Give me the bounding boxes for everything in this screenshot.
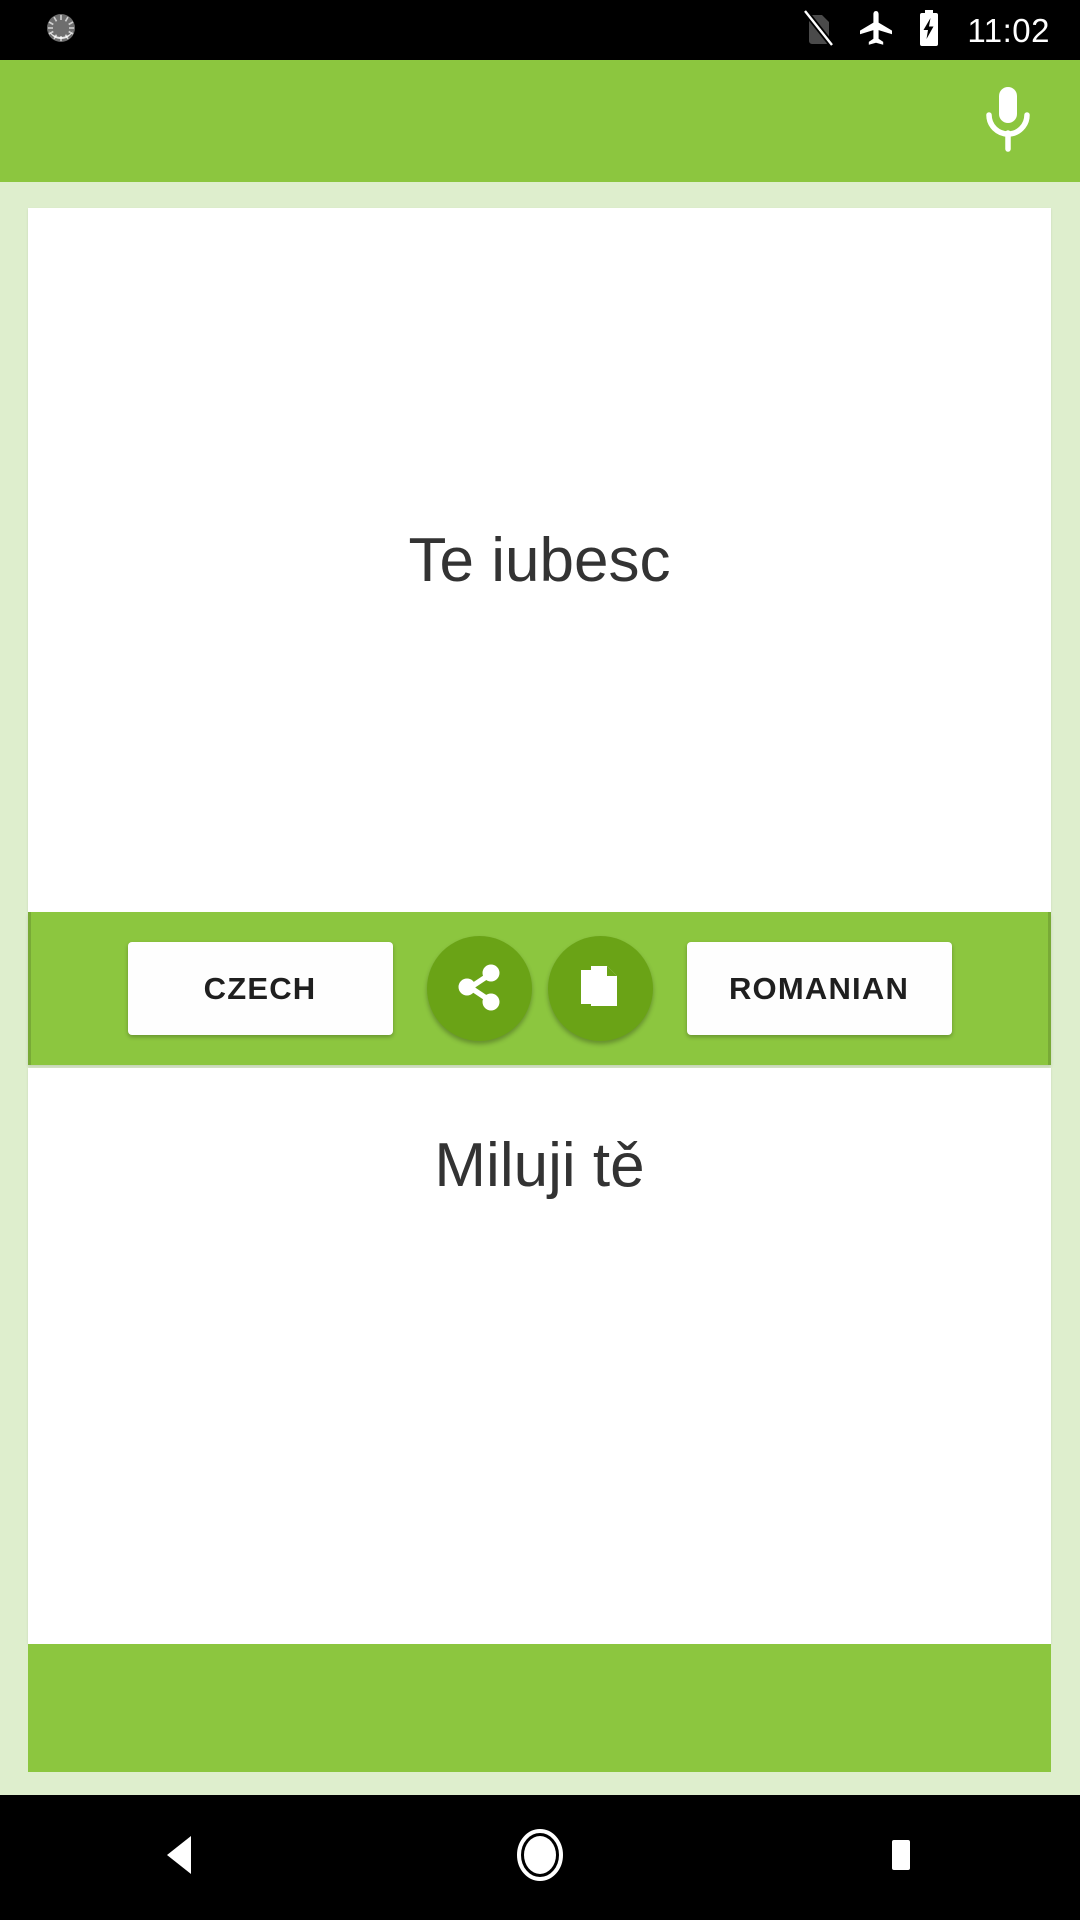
microphone-icon <box>977 83 1039 160</box>
status-bar-left <box>0 11 78 50</box>
target-text-panel[interactable]: Miluji tě <box>28 1068 1051 1644</box>
source-text: Te iubesc <box>408 525 671 595</box>
home-circle-icon <box>514 1829 566 1886</box>
nav-back-button[interactable] <box>105 1795 255 1920</box>
nav-home-button[interactable] <box>465 1795 615 1920</box>
source-text-panel[interactable]: Te iubesc <box>28 208 1051 912</box>
phone-screen: 11:02 Te iubesc CZECH ROMANIAN Miluji tě <box>0 0 1080 1920</box>
copy-icon <box>573 960 627 1017</box>
mic-button[interactable] <box>972 85 1044 157</box>
status-bar-right: 11:02 <box>801 8 1080 52</box>
status-bar-clock: 11:02 <box>967 11 1050 49</box>
nav-recents-button[interactable] <box>825 1795 975 1920</box>
copy-button[interactable] <box>547 936 653 1041</box>
share-icon <box>451 959 507 1018</box>
airplane-mode-icon <box>857 9 895 52</box>
action-bar: CZECH ROMANIAN <box>28 912 1051 1065</box>
app-bar <box>0 60 1080 182</box>
target-language-button[interactable]: ROMANIAN <box>686 942 952 1035</box>
battery-charging-icon <box>917 9 941 52</box>
no-sim-icon <box>801 8 835 52</box>
target-text: Miluji tě <box>434 1131 645 1200</box>
status-bar: 11:02 <box>0 0 1080 60</box>
share-button[interactable] <box>426 936 532 1041</box>
recents-square-icon <box>880 1832 920 1883</box>
back-triangle-icon <box>159 1832 201 1883</box>
source-language-button[interactable]: CZECH <box>127 942 393 1035</box>
sync-notification-icon <box>44 11 78 50</box>
bottom-banner <box>28 1644 1051 1772</box>
navigation-bar <box>0 1795 1080 1920</box>
